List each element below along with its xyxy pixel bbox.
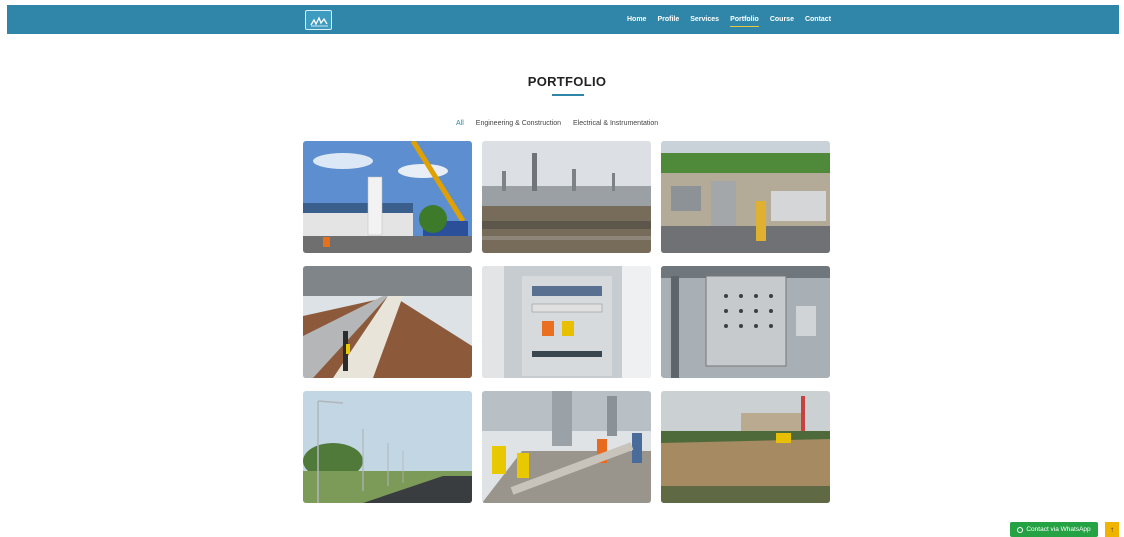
navbar: Home Profile Services Portfolio Course C… [7, 5, 1119, 34]
portfolio-image [303, 266, 472, 378]
portfolio-image [661, 141, 830, 253]
portfolio-item-street-lights[interactable] [303, 391, 472, 503]
portfolio-item-plant-aerial[interactable] [661, 141, 830, 253]
portfolio-item-instrument-cabinet[interactable] [661, 266, 830, 378]
logo-icon [310, 16, 328, 27]
nav-services[interactable]: Services [690, 16, 719, 23]
nav-contact[interactable]: Contact [805, 16, 831, 23]
nav-course[interactable]: Course [770, 16, 794, 23]
filter-electrical-instrumentation[interactable]: Electrical & Instrumentation [573, 120, 658, 127]
portfolio-item-pipe-rack[interactable] [303, 266, 472, 378]
whatsapp-icon [1017, 526, 1024, 533]
whatsapp-label: Contact via WhatsApp [1026, 526, 1091, 533]
nav-portfolio[interactable]: Portfolio [730, 16, 759, 27]
portfolio-image [661, 266, 830, 378]
portfolio-item-electrical-panel[interactable] [482, 266, 651, 378]
nav-profile[interactable]: Profile [657, 16, 679, 23]
title-underline [552, 94, 584, 96]
portfolio-item-crane-lifting[interactable] [303, 141, 472, 253]
portfolio-item-concrete-work[interactable] [482, 391, 651, 503]
nav-links: Home Profile Services Portfolio Course C… [627, 5, 842, 34]
filter-all[interactable]: All [456, 120, 464, 127]
portfolio-image [482, 266, 651, 378]
back-to-top-button[interactable]: ↑ [1105, 522, 1119, 537]
portfolio-image [303, 391, 472, 503]
portfolio-image [661, 391, 830, 503]
company-logo[interactable] [305, 10, 332, 30]
portfolio-image [303, 141, 472, 253]
whatsapp-button[interactable]: Contact via WhatsApp [1010, 522, 1098, 537]
nav-home[interactable]: Home [627, 16, 646, 23]
page-title: PORTFOLIO [527, 74, 607, 89]
portfolio-filters: All Engineering & Construction Electrica… [456, 120, 670, 127]
arrow-up-icon: ↑ [1110, 525, 1114, 534]
portfolio-image [482, 141, 651, 253]
portfolio-item-refinery[interactable] [482, 141, 651, 253]
filter-engineering-construction[interactable]: Engineering & Construction [476, 120, 561, 127]
portfolio-image [482, 391, 651, 503]
portfolio-item-land-clearing[interactable] [661, 391, 830, 503]
